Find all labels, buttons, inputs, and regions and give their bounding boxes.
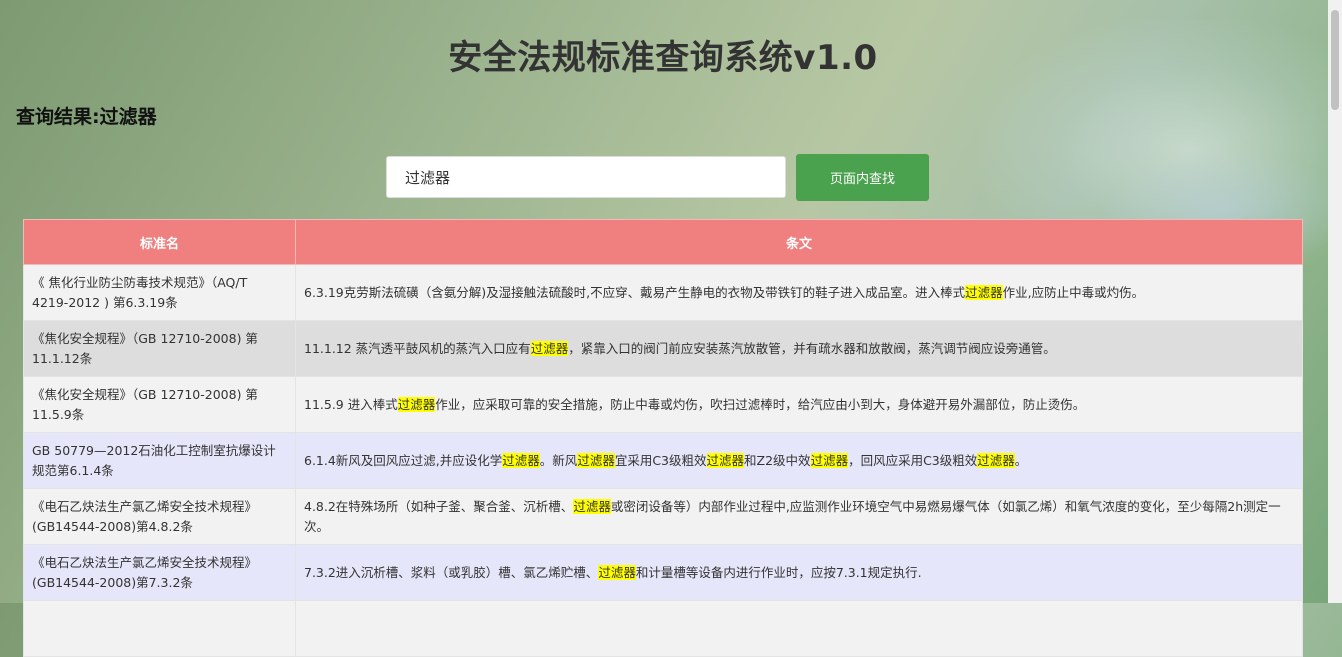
search-highlight: 过滤器 [977, 452, 1015, 468]
search-highlight: 过滤器 [598, 564, 636, 580]
cell-clause-text: 6.3.19克劳斯法硫磺（含氨分解)及湿接触法硫酸时,不应穿、戴易产生静电的衣物… [295, 264, 1303, 321]
cell-clause-text: 7.3.2进入沉析槽、浆料（或乳胶）槽、氯乙烯贮槽、过滤器和计量槽等设备内进行作… [295, 544, 1303, 601]
table-row: 《 焦化行业防尘防毒技术规范》（AQ/T 4219-2012 ) 第6.3.19… [23, 264, 1303, 321]
search-highlight: 过滤器 [573, 498, 611, 514]
page-title: 安全法规标准查询系统v1.0 [448, 38, 878, 78]
search-input[interactable] [386, 156, 786, 198]
search-highlight: 过滤器 [965, 284, 1003, 300]
result-label: 查询结果:过滤器 [16, 106, 157, 128]
column-header-clause: 条文 [295, 219, 1303, 265]
search-highlight: 过滤器 [530, 340, 569, 356]
cell-standard-name: 《焦化安全规程》（GB 12710-2008) 第11.5.9条 [23, 376, 296, 433]
cell-clause-text: 4.8.2在特殊场所（如种子釜、聚合釜、沉析槽、过滤器或密闭设备等）内部作业过程… [295, 488, 1303, 545]
cell-clause-text: 11.1.12 蒸汽透平鼓风机的蒸汽入口应有过滤器，紧靠入口的阀门前应安装蒸汽放… [295, 320, 1303, 377]
cell-standard-name: 《电石乙炔法生产氯乙烯安全技术规程》(GB14544-2008)第7.3.2条 [23, 544, 296, 601]
cell-clause-text [295, 600, 1303, 657]
table-row: GB 50779—2012石油化工控制室抗爆设计规范第6.1.4条 6.1.4新风… [23, 432, 1303, 489]
cell-standard-name: 《焦化安全规程》（GB 12710-2008) 第11.1.12条 [23, 320, 296, 377]
cell-clause-text: 11.5.9 进入棒式过滤器作业，应采取可靠的安全措施，防止中毒或灼伤，吹扫过滤… [295, 376, 1303, 433]
table-row [23, 600, 1303, 657]
search-highlight: 过滤器 [502, 452, 540, 468]
table-row: 《焦化安全规程》（GB 12710-2008) 第11.1.12条 11.1.12… [23, 320, 1303, 377]
cell-standard-name: 《电石乙炔法生产氯乙烯安全技术规程》(GB14544-2008)第4.8.2条 [23, 488, 296, 545]
find-in-page-button[interactable]: 页面内查找 [796, 154, 929, 201]
cell-clause-text: 6.1.4新风及回风应过滤,并应设化学过滤器。新风过滤器宜采用C3级粗效过滤器和… [295, 432, 1303, 489]
search-highlight: 过滤器 [706, 452, 745, 468]
column-header-standard: 标准名 [23, 219, 296, 265]
scrollbar-thumb[interactable] [1331, 10, 1339, 110]
search-highlight: 过滤器 [577, 452, 615, 468]
search-highlight: 过滤器 [397, 396, 436, 412]
table-row: 《电石乙炔法生产氯乙烯安全技术规程》(GB14544-2008)第7.3.2条 7… [23, 544, 1303, 601]
table-body: 《 焦化行业防尘防毒技术规范》（AQ/T 4219-2012 ) 第6.3.19… [23, 264, 1303, 657]
cell-standard-name [23, 600, 296, 657]
table-row: 《电石乙炔法生产氯乙烯安全技术规程》(GB14544-2008)第4.8.2条 4… [23, 488, 1303, 545]
table-row: 《焦化安全规程》（GB 12710-2008) 第11.5.9条 11.5.9 进… [23, 376, 1303, 433]
search-highlight: 过滤器 [810, 452, 849, 468]
cell-standard-name: 《 焦化行业防尘防毒技术规范》（AQ/T 4219-2012 ) 第6.3.19… [23, 264, 296, 321]
cell-standard-name: GB 50779—2012石油化工控制室抗爆设计规范第6.1.4条 [23, 432, 296, 489]
vertical-scrollbar[interactable] [1328, 0, 1342, 603]
results-table: 标准名 条文 《 焦化行业防尘防毒技术规范》（AQ/T 4219-2012 ) … [23, 219, 1303, 657]
table-header-row: 标准名 条文 [23, 219, 1303, 265]
